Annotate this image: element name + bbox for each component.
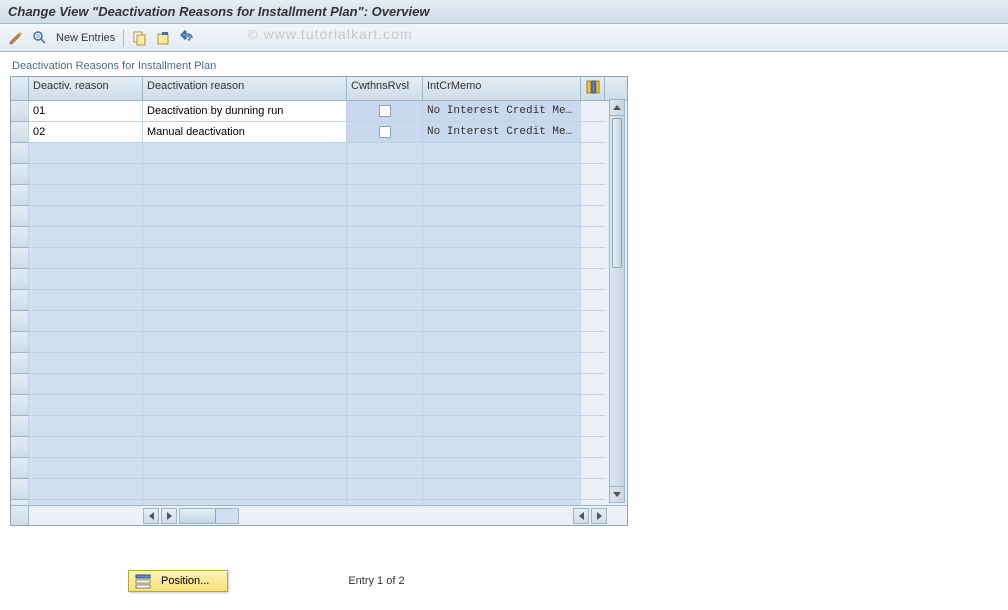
header-code[interactable]: Deactiv. reason — [29, 77, 143, 100]
table-row-empty[interactable] — [11, 416, 627, 437]
page-title: Change View "Deactivation Reasons for In… — [0, 0, 1008, 24]
find-icon[interactable] — [32, 30, 48, 46]
scroll-up-icon[interactable] — [610, 100, 624, 116]
row-selector[interactable] — [11, 143, 29, 164]
header-cwthnsrvsl[interactable]: CwthnsRvsl — [347, 77, 423, 100]
cell-text[interactable]: Deactivation by dunning run — [143, 101, 347, 122]
position-button[interactable]: Position... — [128, 570, 228, 592]
row-selector[interactable] — [11, 206, 29, 227]
table-row[interactable]: 02Manual deactivation No Interest Credit … — [11, 122, 627, 143]
table-row-empty[interactable] — [11, 395, 627, 416]
vertical-scrollbar[interactable] — [609, 99, 625, 503]
entry-status: Entry 1 of 2 — [348, 575, 404, 587]
row-selector[interactable] — [11, 101, 29, 122]
content-area: Deactivation Reasons for Installment Pla… — [10, 60, 628, 526]
table-row-empty[interactable] — [11, 290, 627, 311]
scroll-track[interactable] — [179, 508, 239, 524]
row-selector[interactable] — [11, 416, 29, 437]
row-selector[interactable] — [11, 122, 29, 143]
scroll-right-icon[interactable] — [161, 508, 177, 524]
new-entries-button[interactable]: New Entries — [56, 32, 115, 44]
grid-header: Deactiv. reason Deactivation reason Cwth… — [11, 77, 627, 101]
toolbar-separator — [123, 29, 124, 47]
change-display-icon[interactable] — [8, 30, 24, 46]
grid: Deactiv. reason Deactivation reason Cwth… — [10, 76, 628, 526]
table-row-empty[interactable] — [11, 332, 627, 353]
scroll-down-icon[interactable] — [610, 486, 624, 502]
delete-icon[interactable] — [156, 30, 172, 46]
table-row-empty[interactable] — [11, 500, 627, 505]
table-row-empty[interactable] — [11, 311, 627, 332]
table-row-empty[interactable] — [11, 206, 627, 227]
table-row-empty[interactable] — [11, 143, 627, 164]
table-row-empty[interactable] — [11, 227, 627, 248]
row-selector[interactable] — [11, 290, 29, 311]
row-selector[interactable] — [11, 227, 29, 248]
cell-code[interactable]: 02 — [29, 122, 143, 143]
position-label: Position... — [161, 575, 209, 587]
footer-mark — [11, 506, 29, 525]
group-title: Deactivation Reasons for Installment Pla… — [10, 60, 628, 72]
table-row-empty[interactable] — [11, 437, 627, 458]
cell-checkbox[interactable] — [347, 101, 423, 122]
watermark: © www.tutorialkart.com — [248, 26, 413, 42]
checkbox-icon[interactable] — [379, 126, 391, 138]
grid-body: 01Deactivation by dunning run No Interest… — [11, 101, 627, 505]
row-selector[interactable] — [11, 164, 29, 185]
table-row-empty[interactable] — [11, 248, 627, 269]
page-footer: Position... Entry 1 of 2 — [128, 570, 405, 592]
row-selector[interactable] — [11, 500, 29, 505]
row-selector[interactable] — [11, 458, 29, 479]
grid-footer — [11, 505, 627, 525]
table-row-empty[interactable] — [11, 269, 627, 290]
cell-checkbox[interactable] — [347, 122, 423, 143]
table-row-empty[interactable] — [11, 164, 627, 185]
scroll-left2-icon[interactable] — [573, 508, 589, 524]
scroll-right2-icon[interactable] — [591, 508, 607, 524]
table-row[interactable]: 01Deactivation by dunning run No Interest… — [11, 101, 627, 122]
cell-text[interactable]: Manual deactivation — [143, 122, 347, 143]
cell-code[interactable]: 01 — [29, 101, 143, 122]
title-text: Change View "Deactivation Reasons for In… — [8, 4, 429, 19]
toolbar: New Entries © www.tutorialkart.com — [0, 24, 1008, 52]
table-row-empty[interactable] — [11, 374, 627, 395]
position-icon — [135, 573, 151, 589]
copy-icon[interactable] — [132, 30, 148, 46]
table-row-empty[interactable] — [11, 458, 627, 479]
cell-intcrmemo[interactable]: No Interest Credit Me… — [423, 122, 581, 143]
row-selector[interactable] — [11, 185, 29, 206]
horizontal-scrollbar-left[interactable] — [143, 508, 239, 524]
row-selector[interactable] — [11, 374, 29, 395]
row-selector[interactable] — [11, 437, 29, 458]
checkbox-icon[interactable] — [379, 105, 391, 117]
scroll-thumb[interactable] — [612, 118, 622, 268]
header-intcrmemo[interactable]: IntCrMemo — [423, 77, 581, 100]
row-selector[interactable] — [11, 311, 29, 332]
row-selector[interactable] — [11, 479, 29, 500]
header-config-icon[interactable] — [581, 77, 605, 100]
header-text[interactable]: Deactivation reason — [143, 77, 347, 100]
row-selector[interactable] — [11, 269, 29, 290]
horizontal-scrollbar-right[interactable] — [573, 508, 607, 524]
row-selector[interactable] — [11, 248, 29, 269]
cell-intcrmemo[interactable]: No Interest Credit Me… — [423, 101, 581, 122]
row-selector[interactable] — [11, 332, 29, 353]
row-selector[interactable] — [11, 395, 29, 416]
header-rowmark[interactable] — [11, 77, 29, 100]
undo-icon[interactable] — [180, 30, 196, 46]
scroll-left-icon[interactable] — [143, 508, 159, 524]
table-row-empty[interactable] — [11, 479, 627, 500]
table-row-empty[interactable] — [11, 353, 627, 374]
table-row-empty[interactable] — [11, 185, 627, 206]
row-selector[interactable] — [11, 353, 29, 374]
